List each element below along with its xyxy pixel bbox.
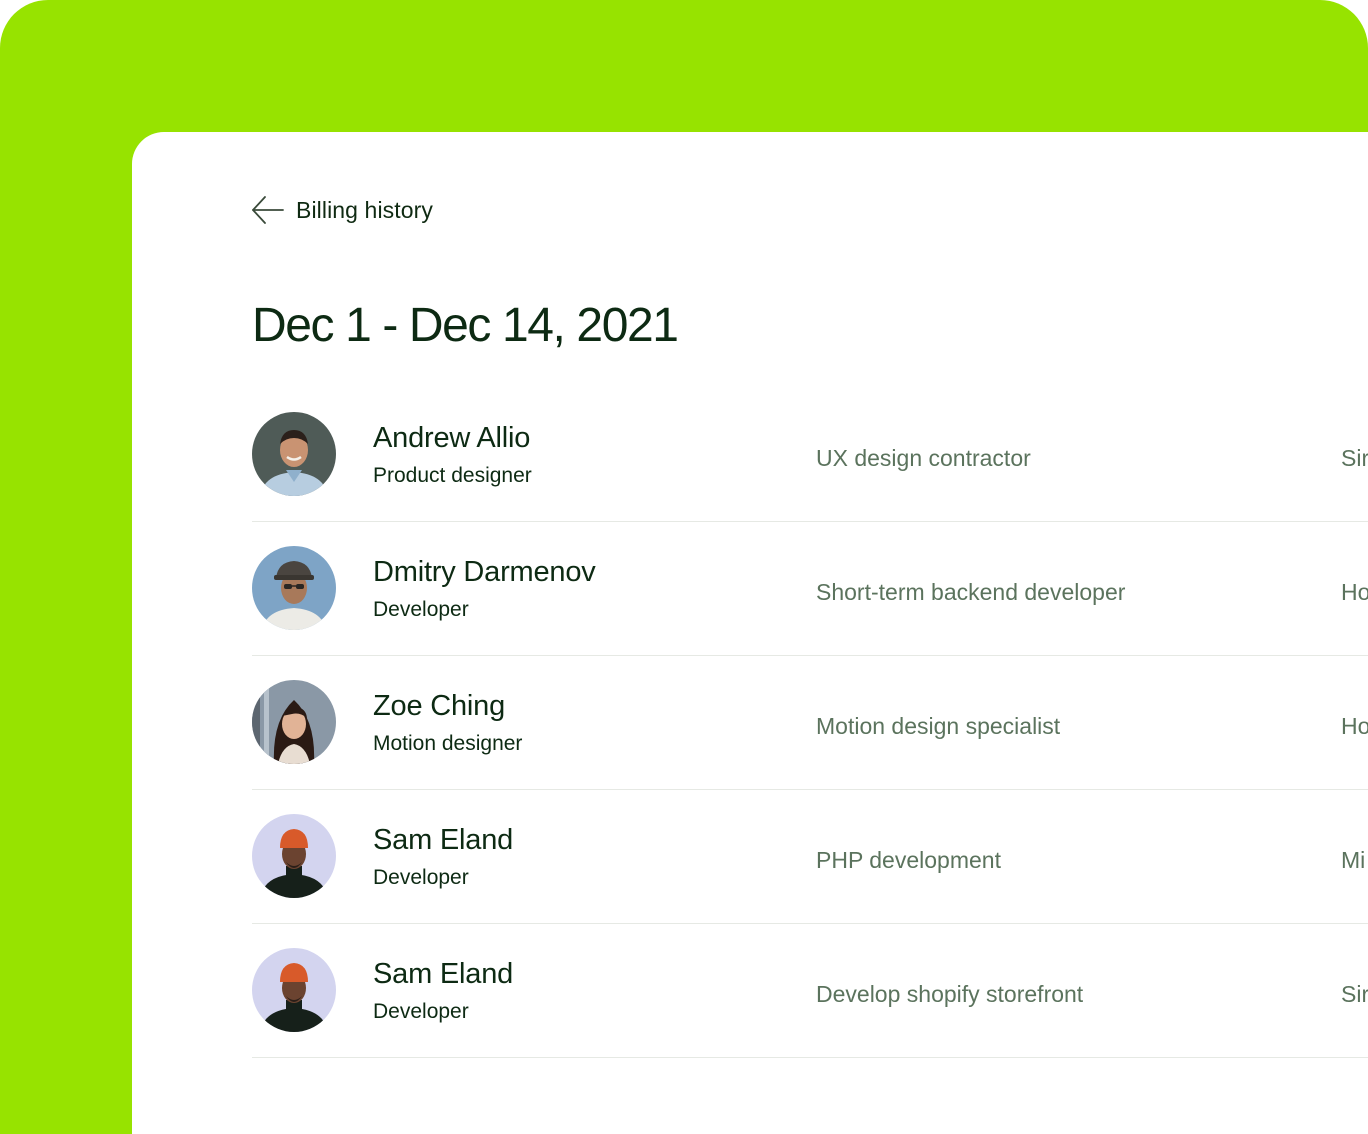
project-description: Short-term backend developer	[816, 579, 1126, 605]
avatar	[252, 948, 336, 1032]
contract-type: Sir	[1341, 445, 1368, 471]
brand-background: Billing history Dec 1 - Dec 14, 2021 And…	[0, 0, 1368, 1134]
person-role: Motion designer	[373, 732, 523, 755]
avatar	[252, 412, 336, 496]
page-title: Dec 1 - Dec 14, 2021	[252, 299, 679, 352]
person-name: Sam Eland	[373, 958, 514, 990]
list-item[interactable]: Dmitry Darmenov Developer Short-term bac…	[252, 522, 1368, 656]
person-role: Developer	[373, 598, 469, 621]
person-name: Dmitry Darmenov	[373, 556, 596, 588]
contract-type: Sir	[1341, 981, 1368, 1007]
project-description: Develop shopify storefront	[816, 981, 1084, 1007]
contract-type: Mi	[1341, 847, 1366, 873]
arrow-left-icon	[250, 192, 286, 228]
avatar	[252, 814, 336, 898]
person-name: Zoe Ching	[373, 690, 505, 722]
person-role: Product designer	[373, 464, 532, 487]
list-item[interactable]: Andrew Allio Product designer UX design …	[252, 388, 1368, 522]
billing-list: Andrew Allio Product designer UX design …	[252, 388, 1368, 1058]
back-label: Billing history	[296, 196, 433, 223]
list-item[interactable]: Zoe Ching Motion designer Motion design …	[252, 656, 1368, 790]
project-description: PHP development	[816, 847, 1001, 873]
person-role: Developer	[373, 866, 469, 889]
back-button[interactable]: Billing history	[250, 190, 433, 230]
contract-type: Ho	[1341, 713, 1368, 739]
person-name: Sam Eland	[373, 824, 514, 856]
billing-panel: Billing history Dec 1 - Dec 14, 2021 And…	[132, 132, 1368, 1134]
project-description: UX design contractor	[816, 445, 1031, 471]
avatar	[252, 546, 336, 630]
avatar	[252, 680, 336, 764]
project-description: Motion design specialist	[816, 713, 1061, 739]
person-role: Developer	[373, 1000, 469, 1023]
contract-type: Ho	[1341, 579, 1368, 605]
person-name: Andrew Allio	[373, 422, 531, 454]
list-item[interactable]: Sam Eland Developer PHP development Mi	[252, 790, 1368, 924]
list-item[interactable]: Sam Eland Developer Develop shopify stor…	[252, 924, 1368, 1058]
